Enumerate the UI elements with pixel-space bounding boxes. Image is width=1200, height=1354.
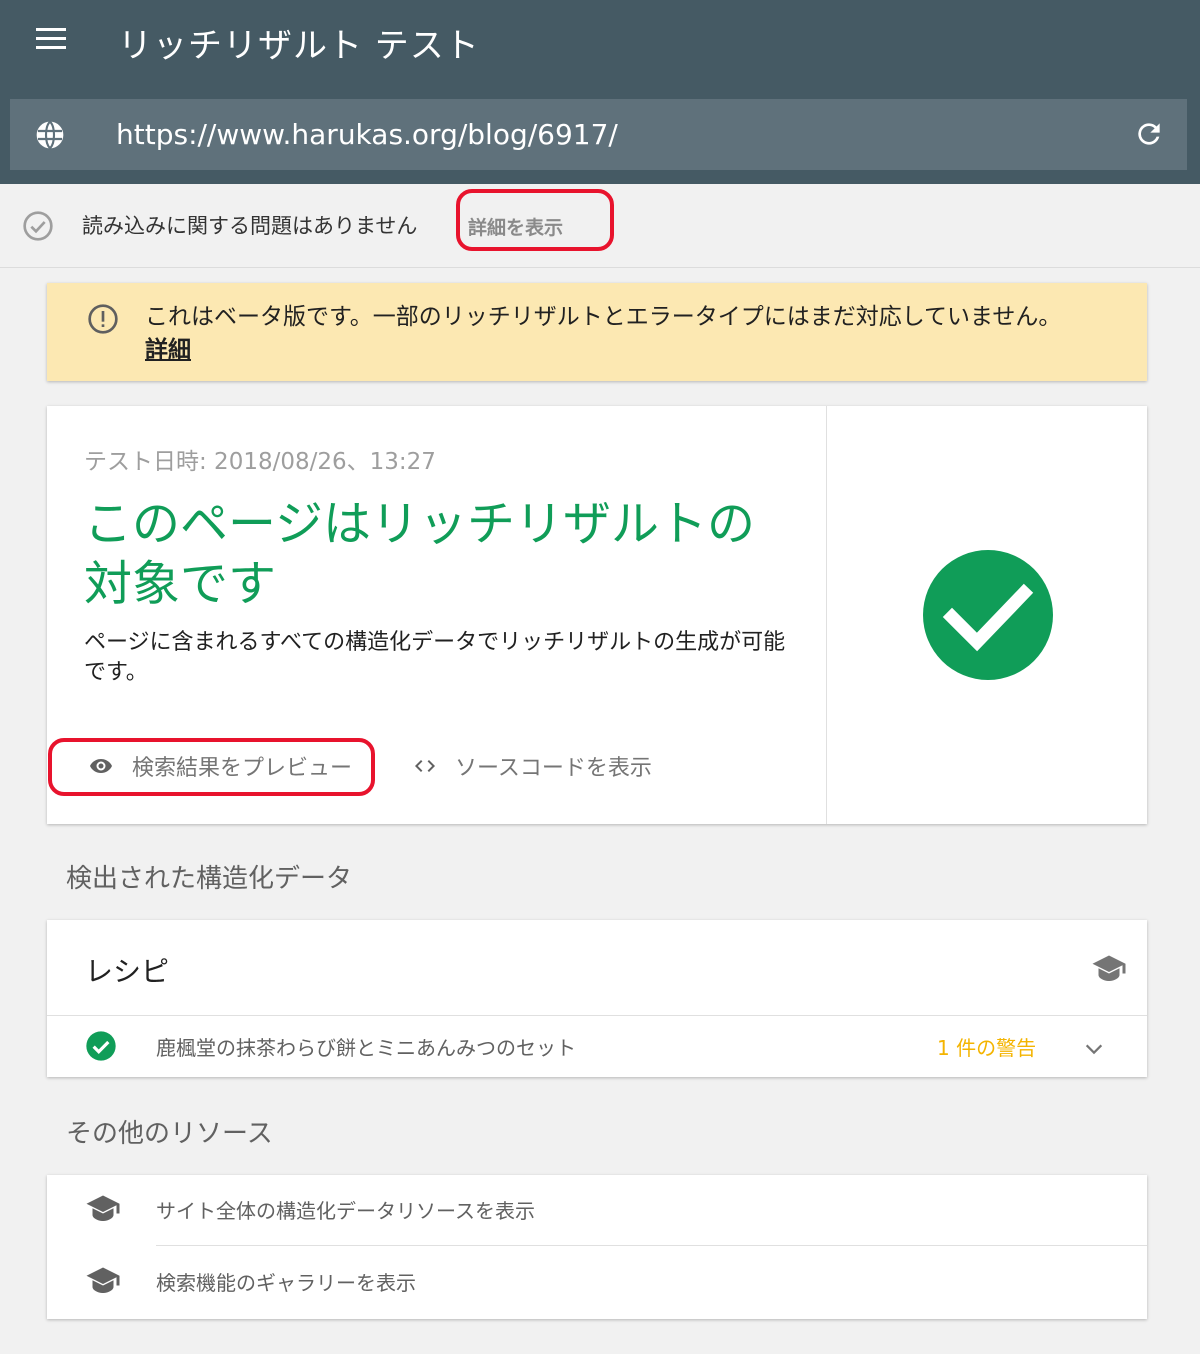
beta-notice: これはベータ版です。一部のリッチリザルトとエラータイプにはまだ対応していません。… [47,283,1147,381]
app-header: リッチリザルト テスト [0,0,1200,184]
school-cap-icon [86,1195,120,1221]
check-circle-icon [86,1031,116,1061]
beta-details-link[interactable]: 詳細 [145,337,191,363]
resource-item-label: 検索機能のギャラリーを表示 [156,1271,416,1295]
recipe-card: レシピ 鹿楓堂の抹茶わらび餅とミニあんみつのセット 1 件の警告 [47,920,1147,1077]
loading-status-row: 読み込みに関する問題はありません 詳細を表示 [0,184,1200,268]
school-cap-icon [86,1267,120,1293]
resource-item-feature-gallery[interactable]: 検索機能のギャラリーを表示 [47,1247,1147,1317]
other-resources-heading: その他のリソース [66,1119,273,1149]
resource-item-site-structured-data[interactable]: サイト全体の構造化データリソースを表示 [47,1175,1147,1245]
globe-icon [36,120,64,150]
school-cap-icon [1092,955,1126,981]
recipe-separator [47,1015,1147,1016]
test-date: テスト日時: 2018/08/26、13:27 [84,449,436,475]
result-description: ページに含まれるすべての構造化データでリッチリザルトの生成が可能です。 [84,630,786,685]
chevron-down-icon[interactable] [1083,1038,1105,1060]
recipe-item-name: 鹿楓堂の抹茶わらび餅とミニあんみつのセット [156,1036,576,1060]
url-bar [10,99,1187,170]
success-check-icon [923,550,1053,680]
beta-notice-text: これはベータ版です。一部のリッチリザルトとエラータイプにはまだ対応していません。… [145,301,1135,367]
eye-icon [90,759,112,773]
view-source-label: ソースコードを表示 [455,756,652,781]
result-card: テスト日時: 2018/08/26、13:27 このページはリッチリザルトの対象… [47,406,1147,824]
warning-count: 1 件の警告 [937,1036,1037,1060]
detected-data-heading: 検出された構造化データ [66,864,353,894]
result-headline: このページはリッチリザルトの対象です [84,496,756,612]
resources-card: サイト全体の構造化データリソースを表示 検索機能のギャラリーを表示 [47,1175,1147,1319]
check-circle-outline-icon [23,211,53,241]
preview-results-button[interactable]: 検索結果をプレビュー [84,748,352,784]
beta-notice-message: これはベータ版です。一部のリッチリザルトとエラータイプにはまだ対応していません。 [145,304,1062,330]
recipe-title: レシピ [85,955,170,988]
info-alert-icon [88,304,118,334]
resource-item-label: サイト全体の構造化データリソースを表示 [156,1199,535,1223]
code-icon [415,760,435,772]
reload-icon[interactable] [1133,118,1165,150]
view-source-button[interactable]: ソースコードを表示 [409,748,652,784]
card-divider [826,406,827,824]
preview-results-label: 検索結果をプレビュー [132,756,353,781]
show-details-link[interactable]: 詳細を表示 [468,213,563,240]
url-input[interactable] [116,111,1096,157]
resource-separator [156,1245,1147,1246]
app-title: リッチリザルト テスト [118,26,480,66]
menu-icon[interactable] [36,28,66,50]
loading-status-text: 読み込みに関する問題はありません [82,214,418,238]
